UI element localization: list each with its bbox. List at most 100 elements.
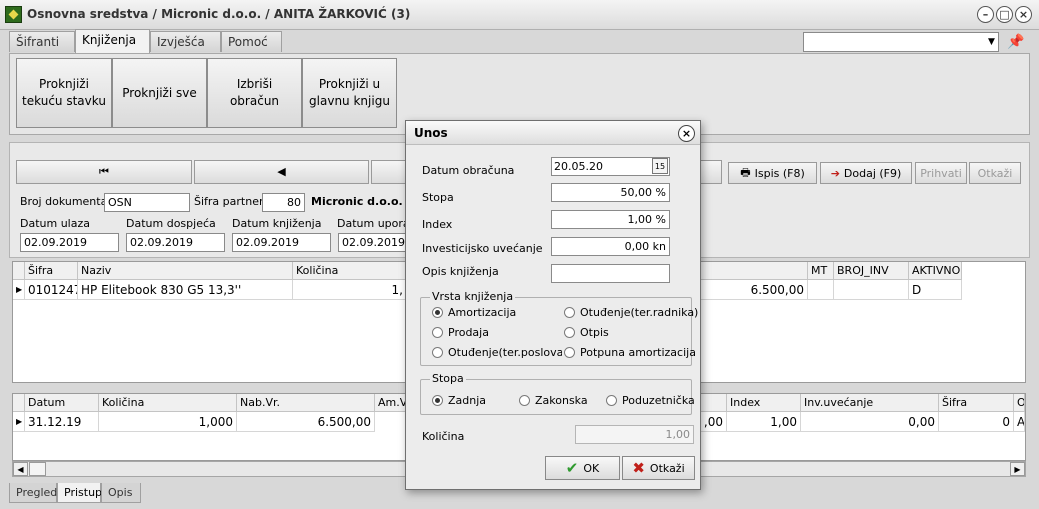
prev-record-button[interactable]: ◀ (194, 160, 369, 184)
radio-otpis[interactable] (564, 327, 575, 338)
radio-poduzetnicka-label[interactable]: Poduzetnička (622, 394, 695, 407)
date-field-ulaz[interactable]: 02.09.2019 (20, 233, 119, 252)
cancel-button[interactable]: Otkaži (969, 162, 1021, 184)
col-sifra-2[interactable]: Šifra (939, 394, 1014, 412)
col-datum[interactable]: Datum (25, 394, 99, 412)
col-naziv[interactable]: Naziv (78, 262, 293, 280)
calendar-icon[interactable]: 15 (652, 158, 668, 174)
col-inv-uvecanje[interactable]: Inv.uvećanje (801, 394, 939, 412)
pin-icon[interactable]: 📌 (1005, 32, 1027, 52)
chevron-down-icon[interactable]: ▼ (985, 33, 998, 51)
stopa-field[interactable]: 50,00 % (551, 183, 670, 202)
date-label-dospjeca: Datum dospjeća (126, 217, 216, 230)
tab-pristup[interactable]: Pristup (57, 483, 102, 503)
tab-knjizenja[interactable]: Knjiženja (75, 29, 150, 53)
add-button[interactable]: ➔ Dodaj (F9) (820, 162, 912, 184)
index-field[interactable]: 1,00 % (551, 210, 670, 229)
inv-uvecanje-field[interactable]: 0,00 kn (551, 237, 670, 256)
partner-label: Šifra partnera (194, 195, 271, 208)
date-field-knjizenja[interactable]: 02.09.2019 (232, 233, 331, 252)
radio-poduzetnicka[interactable] (606, 395, 617, 406)
cell-nabvr[interactable]: 6.500,00 (237, 412, 375, 432)
cell-mt[interactable] (808, 280, 834, 300)
maximize-button[interactable]: □ (996, 6, 1013, 23)
delete-calculation-button[interactable]: Izbriši obračun (207, 58, 302, 128)
cell-aktivno[interactable]: D (909, 280, 962, 300)
cell-sifra[interactable]: 0101247 (25, 280, 78, 300)
minimize-button[interactable]: – (977, 6, 994, 23)
scroll-left-icon[interactable]: ◀ (13, 462, 28, 476)
radio-prodaja-label[interactable]: Prodaja (448, 326, 489, 339)
col-broj-inv[interactable]: BROJ_INV (834, 262, 909, 280)
radio-zadnja[interactable] (432, 395, 443, 406)
col-kolicina[interactable]: Količina (293, 262, 407, 280)
scroll-thumb[interactable] (29, 462, 46, 476)
tab-pomoc[interactable]: Pomoć (221, 31, 282, 52)
date-field-dospjeca[interactable]: 02.09.2019 (126, 233, 225, 252)
radio-otpis-label[interactable]: Otpis (580, 326, 609, 339)
radio-potpuna-amortizacija-label[interactable]: Potpuna amortizacija (580, 346, 696, 359)
scroll-right-icon[interactable]: ▶ (1010, 462, 1025, 476)
cell-broj-inv[interactable] (834, 280, 909, 300)
col-o[interactable]: O (1014, 394, 1025, 412)
dialog-cancel-label: Otkaži (649, 461, 685, 475)
date-field-uporabe[interactable]: 02.09.2019 (338, 233, 407, 252)
col-index[interactable]: Index (727, 394, 801, 412)
print-button[interactable]: 🖶 Ispis (F8) (728, 162, 817, 184)
tab-sifranti[interactable]: Šifranti (9, 31, 75, 52)
radio-zakonska-label[interactable]: Zakonska (535, 394, 588, 407)
ok-button[interactable]: ✔ OK (545, 456, 620, 480)
post-all-button[interactable]: Proknjiži sve (112, 58, 207, 128)
radio-potpuna-amortizacija[interactable] (564, 347, 575, 358)
radio-zakonska[interactable] (519, 395, 530, 406)
last-record-button[interactable] (700, 160, 722, 184)
radio-amortizacija[interactable] (432, 307, 443, 318)
cell-sifra-2[interactable]: 0 (939, 412, 1014, 432)
stopa-label: Stopa (422, 191, 454, 204)
col-value[interactable] (700, 262, 808, 280)
col-sifra[interactable]: Šifra (25, 262, 78, 280)
cell-kolicina[interactable]: 1, (293, 280, 407, 300)
cell-naziv[interactable]: HP Elitebook 830 G5 13,3'' (78, 280, 293, 300)
cell-o[interactable]: A (1014, 412, 1025, 432)
cell-before-index[interactable]: ,00 (700, 412, 727, 432)
partner-code-field[interactable]: 80 (262, 193, 305, 212)
radio-otudenje-radnika[interactable] (564, 307, 575, 318)
tab-izvjesca[interactable]: Izvješća (150, 31, 221, 52)
radio-otudenje-poslovanja[interactable] (432, 347, 443, 358)
col-nabvr[interactable]: Nab.Vr. (237, 394, 375, 412)
tab-pregled[interactable]: Pregled (9, 483, 57, 503)
col-kolicina-2[interactable]: Količina (99, 394, 237, 412)
radio-zadnja-label[interactable]: Zadnja (448, 394, 486, 407)
cell-datum[interactable]: 31.12.19 (25, 412, 99, 432)
post-general-ledger-button[interactable]: Proknjiži u glavnu knjigu (302, 58, 397, 128)
col-mt[interactable]: MT (808, 262, 834, 280)
dialog-close-icon[interactable]: × (678, 125, 695, 142)
close-button[interactable]: × (1015, 6, 1032, 23)
opis-field[interactable] (551, 264, 670, 283)
radio-otudenje-radnika-label[interactable]: Otuđenje(ter.radnika) (580, 306, 698, 319)
ok-label: OK (583, 461, 600, 475)
accept-button[interactable]: Prihvati (915, 162, 967, 184)
dialog-title-bar (406, 121, 700, 145)
tab-opis[interactable]: Opis (101, 483, 141, 503)
x-icon: ✖ (632, 459, 645, 477)
col-amvr[interactable]: Am.Vr (375, 394, 407, 412)
col-aktivno[interactable]: AKTIVNO (909, 262, 962, 280)
doc-number-field[interactable]: OSN (104, 193, 190, 212)
cell-value[interactable]: 6.500,00 (700, 280, 808, 300)
kolicina-field[interactable]: 1,00 (575, 425, 694, 444)
date-label-knjizenja: Datum knjiženja (232, 217, 322, 230)
radio-otudenje-poslovanja-label[interactable]: Otuđenje(ter.poslovanja) (448, 346, 562, 359)
radio-prodaja[interactable] (432, 327, 443, 338)
cell-index[interactable]: 1,00 (727, 412, 801, 432)
check-icon: ✔ (565, 459, 579, 477)
dialog-cancel-button[interactable]: ✖ Otkaži (622, 456, 695, 480)
cell-inv[interactable]: 0,00 (801, 412, 939, 432)
cell-kolicina-2[interactable]: 1,000 (99, 412, 237, 432)
first-record-button[interactable]: ⏮ (16, 160, 192, 184)
col-before-index[interactable] (700, 394, 727, 412)
post-current-button[interactable]: Proknjiži tekuću stavku (16, 58, 112, 128)
top-select[interactable] (803, 32, 999, 52)
radio-amortizacija-label[interactable]: Amortizacija (448, 306, 516, 319)
